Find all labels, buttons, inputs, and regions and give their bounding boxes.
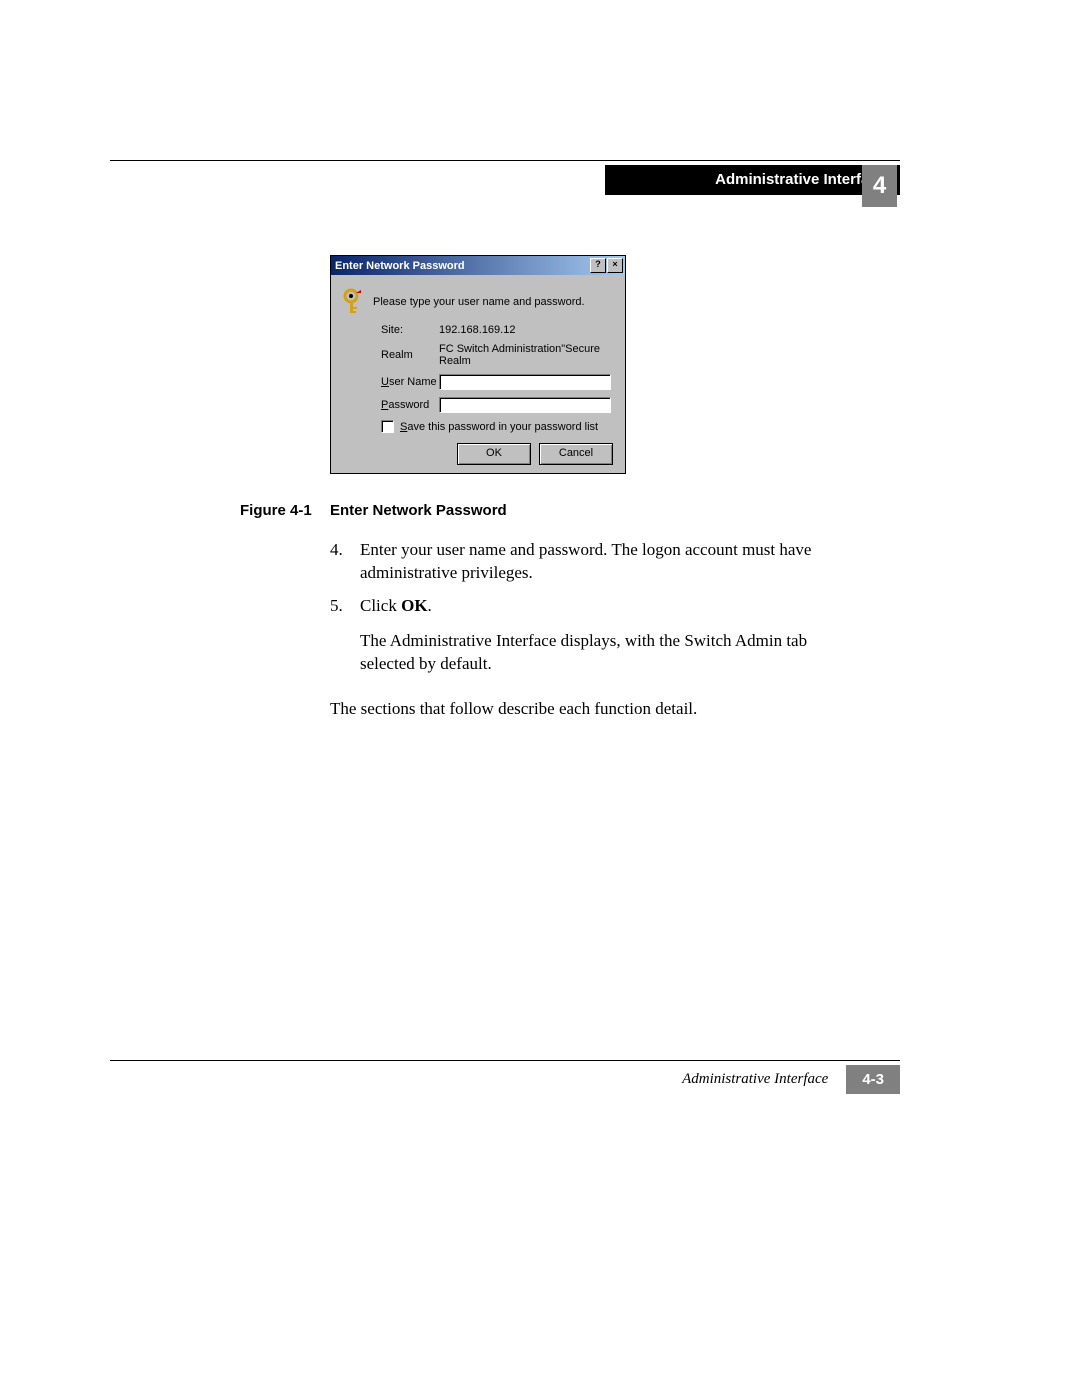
header-rule xyxy=(110,160,900,161)
chapter-number-box: 4 xyxy=(862,165,897,207)
body-text: 4. Enter your user name and password. Th… xyxy=(330,539,840,721)
footer-page-number: 4-3 xyxy=(846,1065,900,1094)
dialog-window: Enter Network Password ? × xyxy=(330,255,626,474)
step-4-text: Enter your user name and password. The l… xyxy=(360,539,840,585)
site-row: Site: 192.168.169.12 xyxy=(381,324,615,336)
site-label: Site: xyxy=(381,324,439,336)
dialog-title-text: Enter Network Password xyxy=(335,260,465,272)
key-icon xyxy=(341,285,373,318)
dialog-buttons: OK Cancel xyxy=(381,443,615,465)
close-icon[interactable]: × xyxy=(607,258,623,273)
password-input[interactable] xyxy=(439,397,611,413)
password-label: Password xyxy=(381,399,439,411)
step-5-number: 5. xyxy=(330,595,360,688)
step-4: 4. Enter your user name and password. Th… xyxy=(330,539,840,585)
step-4-number: 4. xyxy=(330,539,360,585)
dialog-intro-text: Please type your user name and password. xyxy=(373,296,615,308)
dialog-form: Site: 192.168.169.12 Realm FC Switch Adm… xyxy=(381,324,615,465)
dialog-intro-row: Please type your user name and password. xyxy=(341,285,615,318)
page-frame: Administrative Interface Enter Network P… xyxy=(110,160,900,733)
figure-title: Enter Network Password xyxy=(330,502,900,519)
help-icon[interactable]: ? xyxy=(590,258,606,273)
footer: Administrative Interface 4-3 xyxy=(110,1060,900,1094)
dialog-body: Please type your user name and password.… xyxy=(331,275,625,473)
password-row: Password xyxy=(381,397,615,413)
step-5: 5. Click OK. The Administrative Interfac… xyxy=(330,595,840,688)
username-label: User Name xyxy=(381,376,439,388)
cancel-button[interactable]: Cancel xyxy=(539,443,613,465)
step-5-body: Click OK. The Administrative Interface d… xyxy=(360,595,840,688)
dialog-screenshot: Enter Network Password ? × xyxy=(330,255,626,474)
save-password-checkbox[interactable] xyxy=(381,420,394,433)
save-password-row: Save this password in your password list xyxy=(381,420,615,433)
footer-row: Administrative Interface 4-3 xyxy=(110,1065,900,1094)
username-input[interactable] xyxy=(439,374,611,390)
header-row: Administrative Interface xyxy=(110,165,900,195)
section-header: Administrative Interface xyxy=(605,165,900,195)
save-password-label: Save this password in your password list xyxy=(400,421,598,433)
footer-rule xyxy=(110,1060,900,1061)
realm-row: Realm FC Switch Administration"Secure Re… xyxy=(381,343,615,367)
realm-value: FC Switch Administration"Secure Realm xyxy=(439,343,615,367)
step-5-line: Click OK. xyxy=(360,595,840,618)
closing-paragraph: The sections that follow describe each f… xyxy=(330,698,840,721)
figure-caption: Figure 4-1 Enter Network Password xyxy=(110,502,900,519)
step-5-followup: The Administrative Interface displays, w… xyxy=(360,630,840,676)
titlebar-buttons: ? × xyxy=(589,258,623,273)
dialog-titlebar: Enter Network Password ? × xyxy=(331,256,625,275)
ok-button[interactable]: OK xyxy=(457,443,531,465)
username-row: User Name xyxy=(381,374,615,390)
realm-label: Realm xyxy=(381,349,439,361)
site-value: 192.168.169.12 xyxy=(439,324,615,336)
figure-number: Figure 4-1 xyxy=(110,502,330,519)
footer-title: Administrative Interface xyxy=(682,1071,828,1088)
